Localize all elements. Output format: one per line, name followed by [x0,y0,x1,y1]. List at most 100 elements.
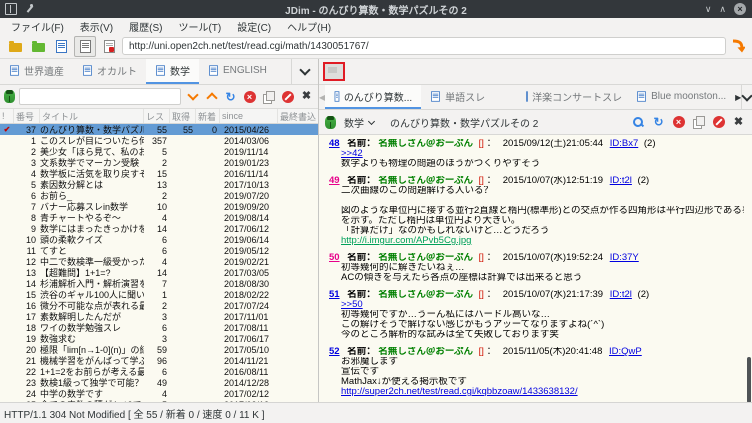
image-view-button[interactable] [99,37,119,56]
row-res-count: 15 [156,168,167,179]
post-author-name[interactable]: 名無しさん＠おーぷん [378,347,473,357]
tab-thread-tango[interactable]: 単語スレ [421,85,517,109]
post-number-link[interactable]: 51 [329,290,340,300]
board-select[interactable]: 数学 [341,115,377,130]
row-since-date: 2017/02/12 [224,388,270,399]
menu-history[interactable]: 履歴(S) [121,18,170,35]
menu-tools[interactable]: ツール(T) [170,18,229,35]
row-res-count: 4 [161,212,167,223]
tab-occult[interactable]: オカルト [73,59,146,84]
post-separator: ： [486,253,497,263]
highlighted-toggle-button[interactable] [323,62,345,81]
close-tab-button[interactable]: ✖ [299,89,314,104]
column-res[interactable]: レス [144,109,170,123]
tab-thread-yogaku[interactable]: 洋楽コンサートスレ [517,85,627,109]
tab-sekaiisan[interactable]: 世界遺産 [0,59,73,84]
res-anchor-link[interactable]: >>42 [329,149,744,159]
tab-thread-bluemoonstone[interactable]: Blue moonston... [627,85,735,109]
post-number-link[interactable]: 48 [329,139,340,149]
column-new[interactable]: 新着 [196,109,220,123]
thread-list-header[interactable]: ! 番号 タイトル レス 取得 新着 since 最終書込 [0,109,318,124]
row-res-count: 6 [161,234,167,245]
post-date: 2015/10/07(水)19:52:24 [502,253,604,263]
thread-view-button[interactable] [74,35,96,57]
minimize-button[interactable]: ∨ [705,4,712,14]
thread-reload-button[interactable]: ↻ [651,115,666,130]
post-author-name[interactable]: 名無しさん＠おーぷん [378,290,473,300]
stop-button[interactable] [280,89,295,104]
delete-button[interactable]: × [242,89,257,104]
search-input[interactable] [19,88,181,105]
board-tab-list-button[interactable] [291,59,318,84]
row-number: 19 [25,333,36,344]
post-id-link[interactable]: ID:t2l [610,290,632,300]
row-res-count: 55 [156,124,167,135]
board-view-button[interactable] [51,37,71,56]
maximize-button[interactable]: ∧ [719,4,726,14]
thread-pane: ◀ のんびり算数... 単語スレ 洋楽コンサートスレ Blue moonston… [319,59,752,402]
url-link[interactable]: http://i.imgur.com/APvb5Cg.jpg [329,236,744,246]
thread-tab-icon [637,90,647,102]
thread-close-button[interactable]: ✖ [731,115,746,130]
menu-file[interactable]: ファイル(F) [3,18,72,35]
post-number-link[interactable]: 52 [329,347,340,357]
thread-property-icon[interactable] [325,115,336,129]
post-id-link[interactable]: ID:Bx7 [610,139,639,149]
url-go-button[interactable] [729,37,747,55]
post-id-link[interactable]: ID:37Y [610,253,639,263]
thread-search-button[interactable] [631,115,646,130]
tab-label: 世界遺産 [24,67,64,78]
column-since[interactable]: since [220,109,278,123]
post-text-line: この解けそうで解けない感じがもうアッーてなりますよね(´^`) [341,320,605,330]
post-text-line: MathJax↓が使える掲示板です [341,377,467,387]
res-anchor-link[interactable]: >>50 [329,300,744,310]
post-id-link[interactable]: ID:QwP [609,347,642,357]
column-number[interactable]: 番号 [14,109,40,123]
search-down-button[interactable] [185,89,200,104]
post-number-link[interactable]: 50 [329,253,340,263]
menu-settings[interactable]: 設定(C) [229,18,279,35]
tab-thread-nonbiri[interactable]: のんびり算数... [325,85,422,109]
thread-copy-button[interactable] [691,115,706,130]
column-title[interactable]: タイトル [40,109,144,123]
post-id-link[interactable]: ID:t2l [610,176,632,186]
menu-help[interactable]: ヘルプ(H) [279,18,339,35]
post-text-line: を示す。ただし楕円は単位円より大きい。 [341,216,521,226]
tab-label: Blue moonston... [651,90,727,102]
row-number: 22 [25,366,36,377]
tab-english[interactable]: ENGLISH [199,59,276,84]
search-up-button[interactable] [204,89,219,104]
thread-delete-button[interactable]: × [671,115,686,130]
thread-scrollbar[interactable] [747,135,751,402]
url-input[interactable] [122,37,726,55]
thread-tab-list-button[interactable] [741,85,752,109]
thread-list-row[interactable]: 25 全ての素数の積が4π^2で 5 2017/02/12 [0,399,318,403]
post-number-link[interactable]: 49 [329,176,340,186]
reload-button[interactable]: ↻ [223,89,238,104]
close-button[interactable]: × [734,3,746,15]
document-icon [79,39,91,53]
url-link[interactable]: http://super2ch.net/test/read.cgi/kqbbzo… [329,387,744,397]
menu-view[interactable]: 表示(V) [72,18,121,35]
copy-button[interactable] [261,89,276,104]
favorites-button[interactable] [28,37,48,56]
post-header: 50 名前： 名無しさん＠おーぷん [] ： 2015/10/07(水)19:5… [329,253,744,263]
board-property-icon[interactable] [4,90,15,103]
bbs-list-button[interactable] [5,37,25,56]
post-text-line: 初等幾何ですか…うーん私にはハードル高いな… [341,310,551,320]
post-author-name[interactable]: 名無しさん＠おーぷん [378,176,473,186]
row-number: 18 [25,322,36,333]
thread-tab-icon [431,90,441,102]
post-author-name[interactable]: 名無しさん＠おーぷん [378,253,473,263]
post-author-name[interactable]: 名無しさん＠おーぷん [378,139,473,149]
scrollbar-handle[interactable] [747,357,751,402]
column-last-write[interactable]: 最終書込 [278,109,318,123]
column-mark[interactable]: ! [0,109,14,123]
tab-label: 単語スレ [445,92,486,104]
thread-stop-button[interactable] [711,115,726,130]
chevron-down-icon [741,89,752,102]
row-res-count: 1 [161,289,167,300]
column-got[interactable]: 取得 [170,109,196,123]
tab-math[interactable]: 数学 [146,59,199,84]
row-since-date: 2016/08/11 [224,366,269,377]
